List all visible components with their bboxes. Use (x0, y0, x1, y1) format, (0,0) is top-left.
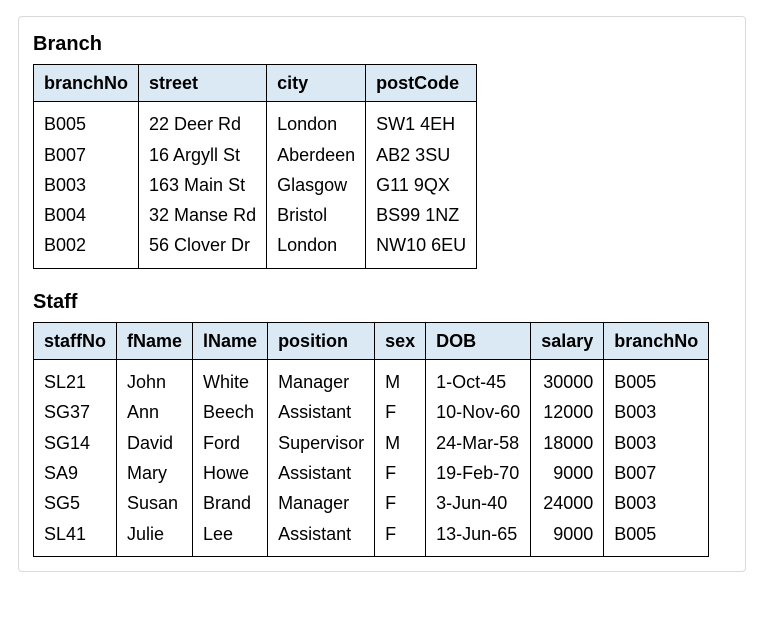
table-cell: Howe (193, 458, 268, 488)
table-cell: B003 (34, 170, 139, 200)
table-cell: 19-Feb-70 (426, 458, 531, 488)
table-cell: B005 (604, 519, 709, 557)
table-cell: SL41 (34, 519, 117, 557)
table-cell: London (267, 230, 366, 268)
table-cell: SG5 (34, 488, 117, 518)
staff-header: staffNo (34, 322, 117, 359)
table-cell: Assistant (268, 458, 375, 488)
table-cell: B003 (604, 397, 709, 427)
table-cell: AB2 3SU (366, 140, 477, 170)
table-cell: John (117, 360, 193, 398)
table-cell: Ann (117, 397, 193, 427)
table-cell: F (375, 397, 426, 427)
table-cell: G11 9QX (366, 170, 477, 200)
branch-table: branchNo street city postCode B00522 Dee… (33, 64, 477, 269)
staff-header: lName (193, 322, 268, 359)
table-row: SG14DavidFordSupervisorM24-Mar-5818000B0… (34, 428, 709, 458)
table-cell: B007 (604, 458, 709, 488)
table-cell: B004 (34, 200, 139, 230)
table-cell: SA9 (34, 458, 117, 488)
table-cell: Mary (117, 458, 193, 488)
staff-header: branchNo (604, 322, 709, 359)
table-cell: Julie (117, 519, 193, 557)
table-cell: David (117, 428, 193, 458)
table-row: B00432 Manse RdBristolBS99 1NZ (34, 200, 477, 230)
table-cell: B005 (604, 360, 709, 398)
table-cell: 32 Manse Rd (139, 200, 267, 230)
table-cell: Bristol (267, 200, 366, 230)
branch-title: Branch (33, 33, 731, 56)
table-cell: Ford (193, 428, 268, 458)
table-cell: Manager (268, 360, 375, 398)
table-cell: 18000 (531, 428, 604, 458)
table-row: B00716 Argyll StAberdeenAB2 3SU (34, 140, 477, 170)
branch-header: city (267, 65, 366, 102)
table-cell: F (375, 519, 426, 557)
table-cell: 16 Argyll St (139, 140, 267, 170)
table-cell: SG14 (34, 428, 117, 458)
table-cell: 13-Jun-65 (426, 519, 531, 557)
table-row: SL41JulieLeeAssistantF13-Jun-659000B005 (34, 519, 709, 557)
table-cell: SL21 (34, 360, 117, 398)
table-row: B003163 Main StGlasgowG11 9QX (34, 170, 477, 200)
table-cell: B003 (604, 488, 709, 518)
table-cell: White (193, 360, 268, 398)
table-cell: Glasgow (267, 170, 366, 200)
table-cell: 22 Deer Rd (139, 102, 267, 140)
table-cell: Beech (193, 397, 268, 427)
table-cell: 12000 (531, 397, 604, 427)
branch-body: B00522 Deer RdLondonSW1 4EHB00716 Argyll… (34, 102, 477, 268)
table-cell: F (375, 488, 426, 518)
table-row: SG5SusanBrandManagerF3-Jun-4024000B003 (34, 488, 709, 518)
staff-header: salary (531, 322, 604, 359)
table-cell: B005 (34, 102, 139, 140)
table-cell: Assistant (268, 519, 375, 557)
table-cell: 9000 (531, 458, 604, 488)
staff-header: DOB (426, 322, 531, 359)
table-row: SL21JohnWhiteManagerM1-Oct-4530000B005 (34, 360, 709, 398)
staff-header: position (268, 322, 375, 359)
table-cell: BS99 1NZ (366, 200, 477, 230)
table-cell: Brand (193, 488, 268, 518)
table-cell: B002 (34, 230, 139, 268)
table-cell: Susan (117, 488, 193, 518)
branch-header: street (139, 65, 267, 102)
staff-title: Staff (33, 291, 731, 314)
staff-body: SL21JohnWhiteManagerM1-Oct-4530000B005SG… (34, 360, 709, 557)
table-cell: Assistant (268, 397, 375, 427)
branch-header: postCode (366, 65, 477, 102)
staff-header: sex (375, 322, 426, 359)
table-cell: Aberdeen (267, 140, 366, 170)
table-row: SG37AnnBeechAssistantF10-Nov-6012000B003 (34, 397, 709, 427)
table-row: B00522 Deer RdLondonSW1 4EH (34, 102, 477, 140)
table-cell: 56 Clover Dr (139, 230, 267, 268)
table-cell: Manager (268, 488, 375, 518)
table-cell: 1-Oct-45 (426, 360, 531, 398)
table-cell: 9000 (531, 519, 604, 557)
table-cell: Supervisor (268, 428, 375, 458)
table-cell: 24000 (531, 488, 604, 518)
table-cell: 30000 (531, 360, 604, 398)
table-cell: M (375, 360, 426, 398)
table-cell: 10-Nov-60 (426, 397, 531, 427)
table-cell: M (375, 428, 426, 458)
table-cell: NW10 6EU (366, 230, 477, 268)
staff-table: staffNo fName lName position sex DOB sal… (33, 322, 709, 557)
table-cell: 163 Main St (139, 170, 267, 200)
staff-header: fName (117, 322, 193, 359)
branch-header: branchNo (34, 65, 139, 102)
table-cell: SW1 4EH (366, 102, 477, 140)
table-cell: B007 (34, 140, 139, 170)
table-cell: B003 (604, 428, 709, 458)
table-cell: F (375, 458, 426, 488)
table-cell: London (267, 102, 366, 140)
table-cell: SG37 (34, 397, 117, 427)
table-cell: 24-Mar-58 (426, 428, 531, 458)
document-container: Branch branchNo street city postCode B00… (18, 16, 746, 572)
table-cell: 3-Jun-40 (426, 488, 531, 518)
table-row: B00256 Clover DrLondonNW10 6EU (34, 230, 477, 268)
table-cell: Lee (193, 519, 268, 557)
table-row: SA9MaryHoweAssistantF19-Feb-709000B007 (34, 458, 709, 488)
